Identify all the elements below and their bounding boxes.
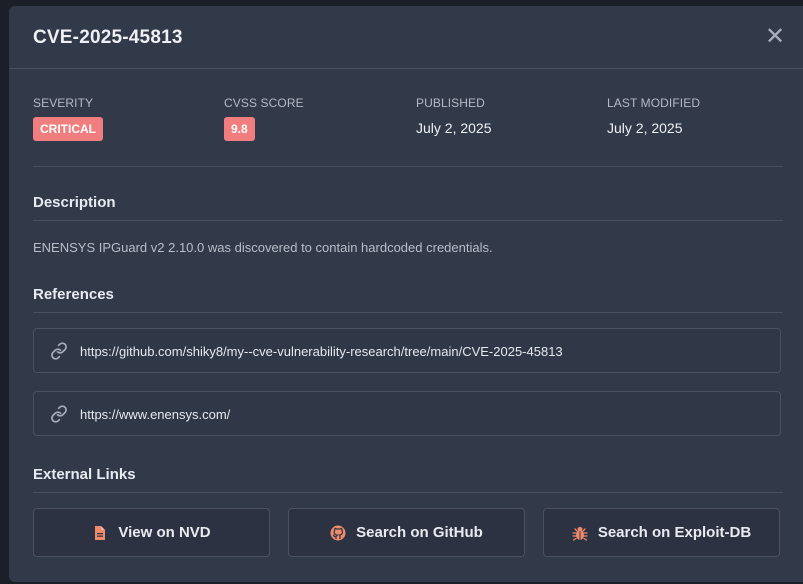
references-heading: References	[33, 286, 783, 313]
published-label: PUBLISHED	[416, 96, 485, 110]
close-icon[interactable]: ✕	[765, 23, 785, 50]
search-on-exploit-db-button[interactable]: Search on Exploit-DB	[543, 508, 780, 557]
published-field: PUBLISHED July 2, 2025	[416, 96, 492, 136]
reference-item[interactable]: https://www.enensys.com/	[33, 391, 781, 436]
github-icon	[330, 525, 346, 541]
view-on-nvd-button[interactable]: View on NVD	[33, 508, 270, 557]
modified-field: LAST MODIFIED July 2, 2025	[607, 96, 700, 136]
external-links-heading: External Links	[33, 466, 783, 493]
description-heading: Description	[33, 194, 783, 221]
link-icon	[50, 405, 68, 423]
cvss-badge: 9.8	[224, 117, 255, 141]
modal-title: CVE-2025-45813	[33, 27, 183, 48]
severity-label: SEVERITY	[33, 96, 94, 110]
search-on-exploit-db-label: Search on Exploit-DB	[597, 524, 752, 541]
close-button[interactable]: ✕	[765, 23, 785, 50]
view-on-nvd-label: View on NVD	[118, 524, 211, 541]
reference-link[interactable]: https://www.enensys.com/	[80, 407, 230, 422]
document-icon	[92, 525, 108, 541]
cve-meta-row: SEVERITY CRITICAL CVSS SCORE 9.8 PUBLISH…	[33, 96, 783, 167]
modified-label: LAST MODIFIED	[607, 96, 701, 110]
modal-header: CVE-2025-45813 ✕	[9, 6, 803, 69]
bug-icon	[572, 525, 588, 541]
reference-item[interactable]: https://github.com/shiky8/my--cve-vulner…	[33, 328, 781, 373]
published-date: July 2, 2025	[416, 120, 492, 136]
cvss-field: CVSS SCORE 9.8	[224, 96, 304, 141]
severity-badge: CRITICAL	[33, 117, 103, 141]
cvss-label: CVSS SCORE	[224, 96, 304, 110]
severity-field: SEVERITY CRITICAL	[33, 96, 103, 141]
reference-link[interactable]: https://github.com/shiky8/my--cve-vulner…	[80, 344, 563, 359]
description-text: ENENSYS IPGuard v2 2.10.0 was discovered…	[33, 240, 493, 255]
link-icon	[50, 342, 68, 360]
search-on-github-button[interactable]: Search on GitHub	[288, 508, 525, 557]
modified-date: July 2, 2025	[607, 120, 683, 136]
search-on-github-label: Search on GitHub	[356, 524, 483, 541]
cve-detail-modal: CVE-2025-45813 ✕ SEVERITY CRITICAL CVSS …	[9, 6, 803, 582]
